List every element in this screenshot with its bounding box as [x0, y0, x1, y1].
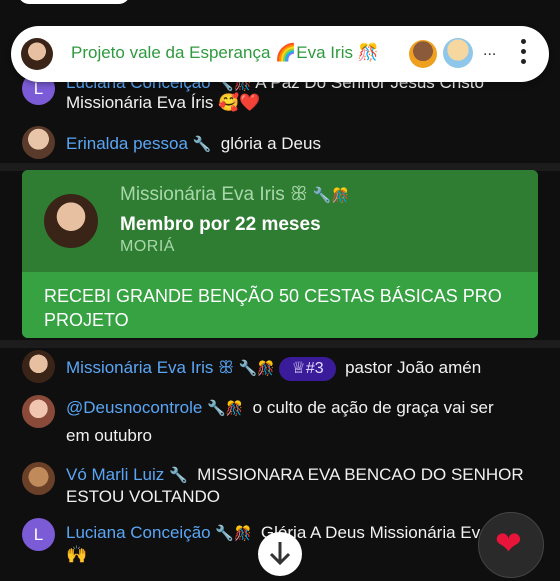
chat-message-continued: ESTOU VOLTANDO — [66, 486, 538, 508]
viewer-avatar[interactable] — [443, 38, 473, 68]
chat-message-continued: em outubro — [66, 425, 538, 447]
reaction-button[interactable]: ❤ — [478, 512, 544, 578]
moderator-bottle-icon: 🎊 — [331, 187, 350, 203]
separator — [0, 340, 560, 348]
avatar: L — [22, 518, 55, 551]
membership-duration: Membro por 22 meses — [120, 214, 321, 235]
wrench-icon: 🔧 — [192, 136, 212, 153]
chat-message: Missionária Eva Iris ꕥ 🔧🎊 ♕#3 pastor Joã… — [66, 357, 538, 381]
message-text: MISSIONARA EVA BENCAO DO SENHOR — [197, 465, 524, 484]
membership-tier: MORIÁ — [120, 238, 175, 255]
chat-message-continued: 🙌 — [66, 544, 538, 566]
wrench-icon: 🔧 — [215, 525, 235, 542]
avatar — [22, 350, 55, 383]
message-text: ESTOU VOLTANDO — [66, 487, 220, 506]
avatar — [22, 126, 55, 159]
superchat-avatar — [44, 194, 98, 248]
message-text: o culto de ação de graça vai ser — [252, 398, 494, 417]
superchat-message: RECEBI GRANDE BENÇÃO 50 CESTAS BÁSICAS P… — [44, 286, 502, 330]
superchat-card[interactable]: Missionária Eva Iris ꕥ 🔧🎊 Membro por 22 … — [22, 170, 538, 338]
message-text: em outubro — [66, 426, 152, 445]
chat-message: @Deusnocontrole 🔧🎊 o culto de ação de gr… — [66, 397, 538, 420]
moderator-bottle-icon: 🎊 — [225, 400, 244, 416]
message-author[interactable]: Luciana Conceição — [66, 523, 211, 542]
chat-message: Vó Marli Luiz 🔧 MISSIONARA EVA BENCAO DO… — [66, 464, 538, 487]
rank-badge: ♕#3 — [279, 357, 336, 381]
avatar — [22, 462, 55, 495]
message-text: 🙌 — [66, 545, 88, 564]
message-author[interactable]: Missionária Eva Iris ꕥ — [66, 358, 234, 377]
moderator-bottle-icon: 🎊 — [234, 525, 252, 541]
more-options-icon[interactable] — [521, 39, 527, 69]
superchat-author[interactable]: Missionária Eva Iris ꕥ 🔧🎊 — [120, 184, 349, 206]
wrench-icon: 🔧 — [207, 400, 226, 417]
chat-title[interactable]: Projeto vale da Esperança 🌈Eva Iris 🎊 — [71, 43, 379, 63]
message-author[interactable]: Vó Marli Luiz — [66, 465, 164, 484]
wrench-icon: 🔧 — [238, 360, 258, 377]
chat-message-continued: Missionária Eva Íris 🥰❤️ — [66, 92, 538, 114]
wrench-icon: 🔧 — [169, 467, 188, 484]
scroll-down-button[interactable] — [258, 532, 302, 576]
message-text: pastor João amén — [345, 358, 482, 377]
message-text: glória a Deus — [220, 134, 321, 153]
moderator-bottle-icon: 🎊 — [257, 360, 275, 376]
chat-header: Projeto vale da Esperança 🌈Eva Iris 🎊 ..… — [11, 26, 549, 82]
heart-icon: ❤ — [495, 525, 522, 561]
avatar — [22, 395, 55, 428]
channel-avatar[interactable] — [21, 38, 53, 70]
scroll-down-icon — [269, 542, 291, 566]
message-text: Missionária Eva Íris 🥰❤️ — [66, 93, 261, 112]
viewer-avatar[interactable] — [409, 40, 437, 68]
more-viewers: ... — [483, 42, 497, 59]
message-author[interactable]: Erinalda pessoa — [66, 134, 188, 153]
chat-message: Luciana Conceição 🔧🎊 Glória A Deus Missi… — [66, 522, 538, 545]
wrench-icon: 🔧 — [312, 187, 332, 204]
chat-message: Erinalda pessoa 🔧 glória a Deus — [66, 133, 538, 156]
live-chat: L Luciana Conceição 🔧🎊 A Paz Do Senhor J… — [0, 0, 560, 564]
message-author[interactable]: @Deusnocontrole — [66, 398, 202, 417]
